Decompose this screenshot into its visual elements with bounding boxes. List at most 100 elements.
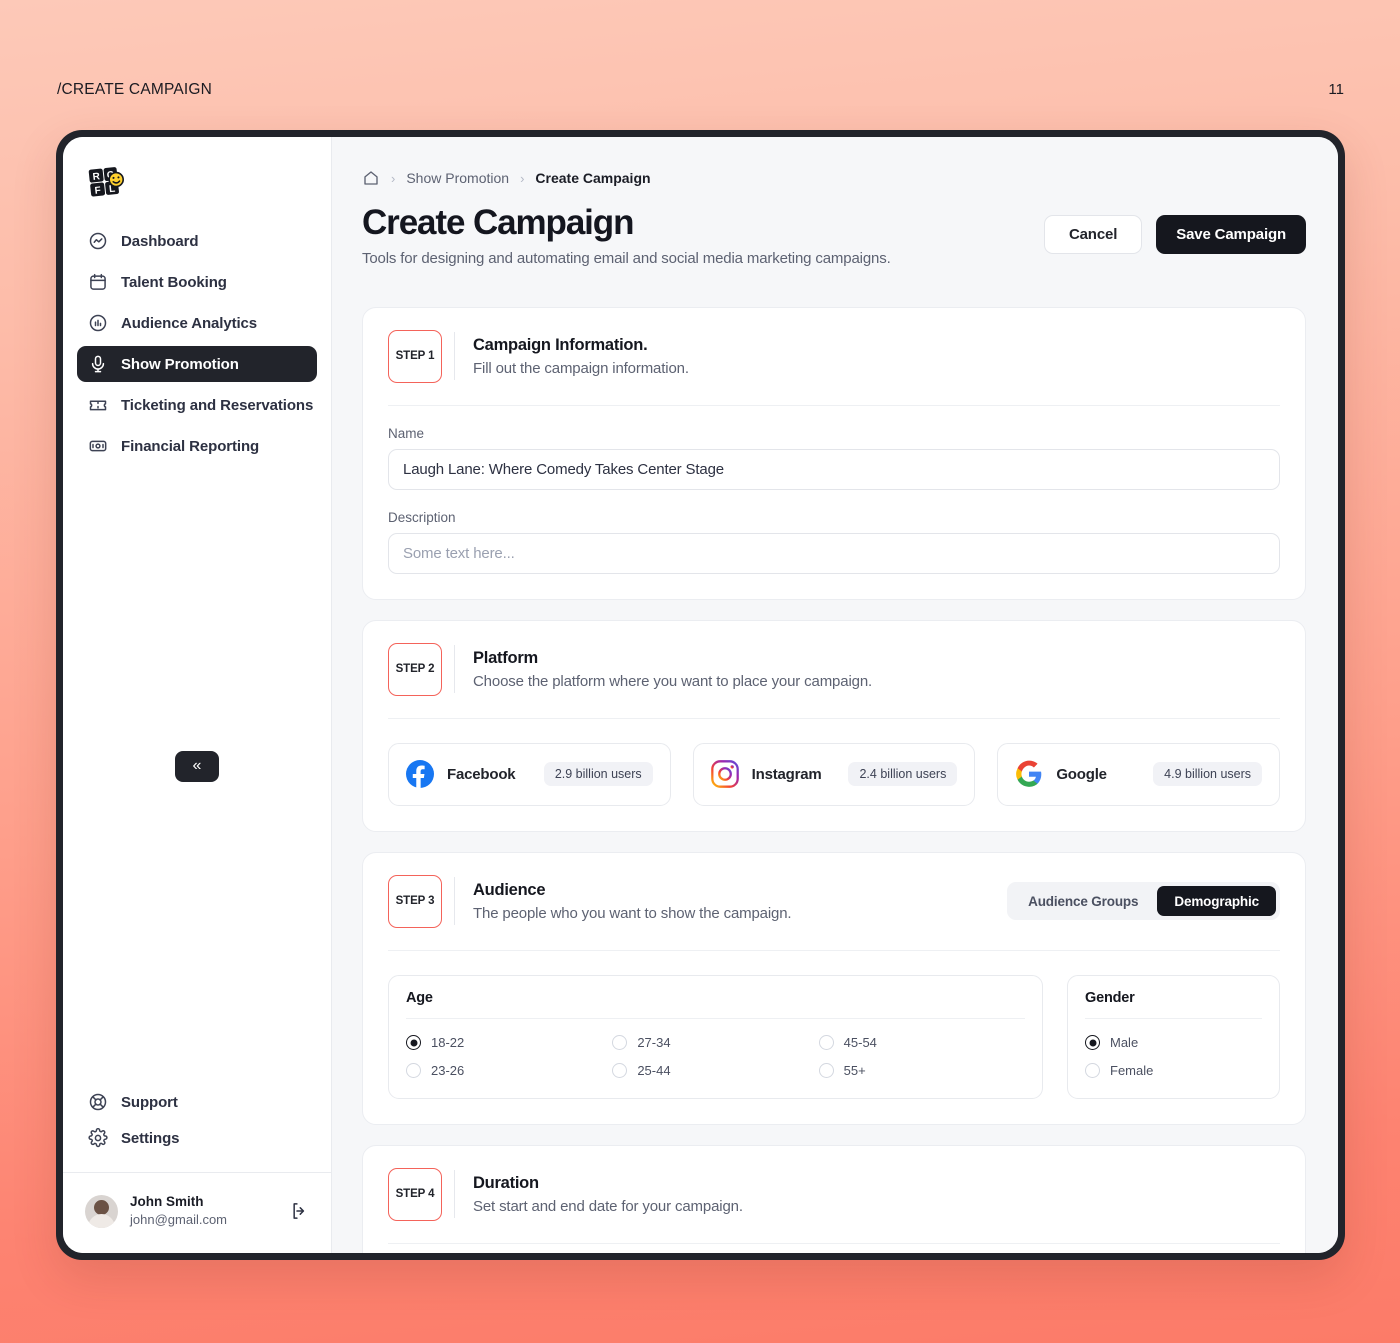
rofl-logo: R O F L [85, 163, 129, 203]
age-panel-title: Age [406, 990, 1025, 1019]
step1-title: Campaign Information. [473, 335, 648, 354]
radio-dot [612, 1063, 628, 1079]
audience-mode-toggle: Audience Groups Demographic [1007, 882, 1280, 921]
radio-label: 45-54 [843, 1035, 877, 1051]
step4-subtitle: Set start and end date for your campaign… [473, 1197, 743, 1215]
app-window: R O F L [56, 130, 1345, 1260]
sidebar-item-audience-analytics[interactable]: Audience Analytics [77, 305, 317, 341]
name-label: Name [388, 425, 425, 441]
user-profile[interactable]: John Smith john@gmail.com [63, 1172, 331, 1253]
logo-container[interactable]: R O F L [63, 137, 331, 215]
save-campaign-button[interactable]: Save Campaign [1156, 215, 1306, 254]
tab-demographic[interactable]: Demographic [1157, 886, 1276, 917]
age-option-18-22[interactable]: 18-22 [406, 1032, 612, 1054]
gender-panel-title: Gender [1085, 990, 1262, 1019]
radio-dot [1085, 1035, 1100, 1051]
age-option-55-plus[interactable]: 55+ [818, 1060, 1025, 1082]
ticket-icon [88, 395, 108, 415]
step2-texts: Platform Choose the platform where you w… [473, 649, 1280, 690]
sidebar-item-dashboard[interactable]: Dashboard [77, 223, 317, 259]
radio-label: Male [1110, 1035, 1139, 1051]
platform-option-google[interactable]: Google 4.9 billion users [997, 742, 1281, 806]
age-option-23-26[interactable]: 23-26 [406, 1060, 612, 1082]
gender-option-female[interactable]: Female [1085, 1060, 1262, 1082]
radio-label: 27-34 [637, 1035, 671, 1051]
sidebar-item-show-promotion[interactable]: Show Promotion [77, 346, 317, 382]
logout-icon [289, 1201, 309, 1221]
age-option-27-34[interactable]: 27-34 [612, 1032, 818, 1054]
gear-icon [88, 1128, 108, 1148]
home-icon[interactable] [362, 169, 380, 187]
gender-option-male[interactable]: Male [1085, 1032, 1262, 1054]
title-row: Create Campaign Tools for designing and … [362, 203, 1306, 267]
sidebar-item-financial-reporting[interactable]: Financial Reporting [77, 428, 317, 464]
main-header: › Show Promotion › Create Campaign Creat… [332, 137, 1338, 267]
chart-circle-icon [88, 313, 108, 333]
radio-label: 55+ [843, 1063, 866, 1079]
tab-audience-groups[interactable]: Audience Groups [1011, 886, 1155, 916]
breadcrumb-separator: › [520, 170, 525, 186]
description-field-wrap: Description [388, 510, 1280, 574]
step2-header: STEP 2 Platform Choose the platform wher… [388, 642, 1280, 719]
age-panel: Age 18-22 27-34 45-54 23-26 25-44 55+ [388, 974, 1043, 1099]
sidebar-item-label: Show Promotion [121, 355, 239, 373]
platform-option-instagram[interactable]: Instagram 2.4 billion users [692, 742, 976, 806]
divider [454, 1170, 455, 1219]
google-icon [1015, 760, 1043, 788]
step3-texts: Audience The people who you want to show… [473, 881, 989, 922]
platform-name: Facebook [447, 765, 516, 783]
facebook-icon [406, 760, 434, 789]
radio-dot [818, 1035, 834, 1051]
name-field-wrap: Name [388, 426, 1280, 490]
chevrons-left-icon: « [192, 756, 202, 774]
step4-title: Duration [473, 1173, 539, 1192]
microphone-icon [88, 354, 108, 374]
step4-card: STEP 4 Duration Set start and end date f… [362, 1144, 1306, 1253]
breadcrumb-item-create-campaign[interactable]: Create Campaign [535, 170, 650, 186]
logout-button[interactable] [289, 1201, 309, 1221]
gender-panel: Gender Male Female [1067, 974, 1280, 1099]
step1-badge: STEP 1 [388, 329, 442, 383]
platform-name: Google [1056, 765, 1107, 783]
sidebar-item-support[interactable]: Support [77, 1084, 317, 1120]
platform-users: 2.9 billion users [543, 762, 653, 787]
sidebar-item-label: Settings [121, 1129, 180, 1147]
title-block: Create Campaign Tools for designing and … [362, 203, 891, 267]
sidebar-item-label: Talent Booking [121, 273, 227, 291]
header-actions: Cancel Save Campaign [1043, 203, 1306, 254]
sidebar-item-ticketing-and-reservations[interactable]: Ticketing and Reservations [77, 387, 317, 423]
breadcrumb: › Show Promotion › Create Campaign [362, 169, 1306, 187]
campaign-name-input[interactable] [388, 448, 1280, 490]
sidebar-item-label: Ticketing and Reservations [121, 396, 314, 414]
sidebar-item-label: Financial Reporting [121, 437, 260, 455]
age-option-45-54[interactable]: 45-54 [818, 1032, 1025, 1054]
svg-text:F: F [94, 185, 101, 197]
platform-name: Instagram [751, 765, 822, 783]
app-inner: R O F L [63, 137, 1338, 1253]
sidebar-item-settings[interactable]: Settings [77, 1120, 317, 1156]
campaign-description-input[interactable] [388, 532, 1280, 574]
page-label: /CREATE CAMPAIGN [57, 81, 213, 98]
breadcrumb-item-show-promotion[interactable]: Show Promotion [406, 170, 509, 186]
radio-dot [818, 1063, 834, 1079]
step1-subtitle: Fill out the campaign information. [473, 359, 689, 377]
activity-circle-icon [88, 231, 108, 251]
instagram-icon [710, 760, 739, 789]
step2-badge: STEP 2 [388, 642, 442, 696]
step3-badge: STEP 3 [388, 874, 442, 928]
page-number: 11 [1328, 81, 1344, 98]
divider [454, 645, 455, 694]
sidebar-bottom: Support Settings John Smith john@gmail.c… [63, 1084, 331, 1253]
platform-option-facebook[interactable]: Facebook 2.9 billion users [388, 742, 671, 806]
step3-card: STEP 3 Audience The people who you want … [362, 851, 1306, 1125]
banknote-icon [88, 436, 108, 456]
breadcrumb-separator: › [391, 170, 396, 186]
sidebar-item-talent-booking[interactable]: Talent Booking [77, 264, 317, 300]
age-option-25-44[interactable]: 25-44 [612, 1060, 818, 1082]
step2-card: STEP 2 Platform Choose the platform wher… [362, 619, 1306, 832]
radio-label: 23-26 [431, 1063, 465, 1079]
step3-header: STEP 3 Audience The people who you want … [388, 874, 1280, 951]
cancel-button[interactable]: Cancel [1043, 215, 1143, 254]
page-subtitle: Tools for designing and automating email… [362, 249, 891, 267]
sidebar-collapse-button[interactable]: « [175, 751, 219, 782]
